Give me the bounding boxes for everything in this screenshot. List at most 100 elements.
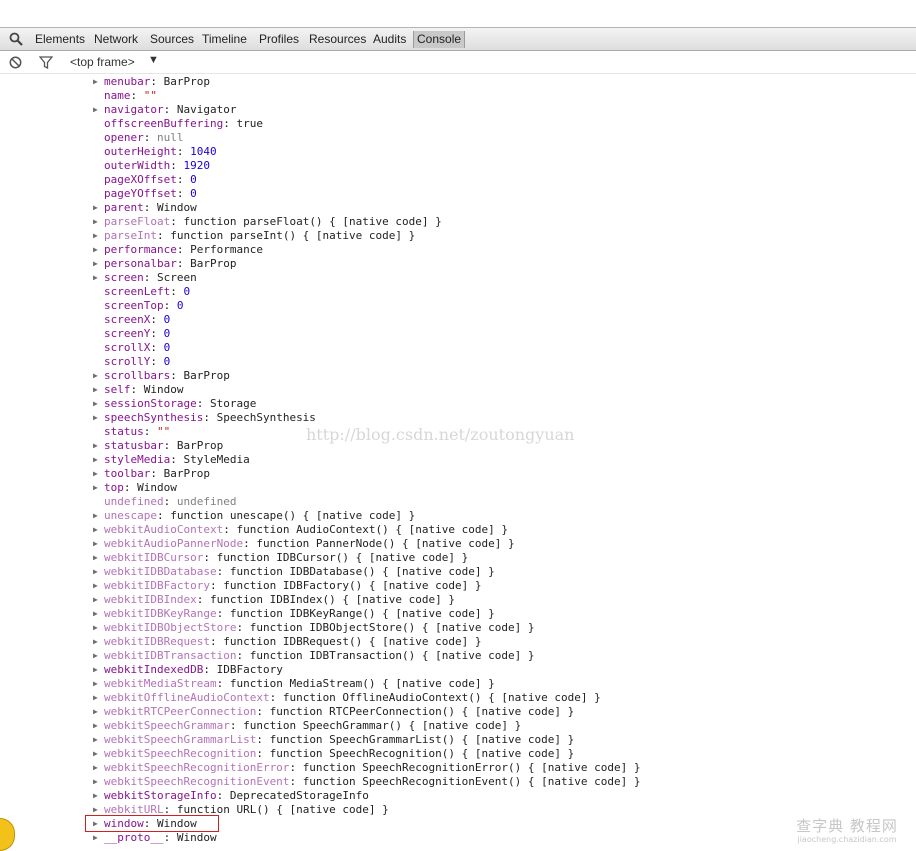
expand-triangle-icon[interactable]: ▶	[93, 831, 104, 845]
filter-icon[interactable]	[38, 56, 54, 70]
expand-triangle-icon[interactable]: ▶	[93, 411, 104, 425]
expand-triangle-icon[interactable]: ▶	[93, 369, 104, 383]
expand-triangle-icon[interactable]: ▶	[93, 453, 104, 467]
console-property-row[interactable]: ▶ webkitIDBIndex: function IDBIndex() { […	[93, 593, 455, 607]
console-property-row[interactable]: ▶ parseFloat: function parseFloat() { [na…	[93, 215, 442, 229]
console-property-row[interactable]: ▶ scrollbars: BarProp	[93, 369, 230, 383]
expand-triangle-icon[interactable]: ▶	[93, 733, 104, 747]
console-property-row[interactable]: ▶ webkitIDBDatabase: function IDBDatabase…	[93, 565, 495, 579]
expand-triangle-icon[interactable]: ▶	[93, 523, 104, 537]
expand-triangle-icon[interactable]: ▶	[93, 677, 104, 691]
console-property-row[interactable]: ▶ sessionStorage: Storage	[93, 397, 256, 411]
console-property-row[interactable]: ▶ top: Window	[93, 481, 177, 495]
tab-audits[interactable]: Audits	[370, 31, 409, 48]
console-property-row[interactable]: ▶ webkitIDBKeyRange: function IDBKeyRange…	[93, 607, 495, 621]
expand-triangle-icon[interactable]: ▶	[93, 775, 104, 789]
console-property-row[interactable]: ▶ webkitIDBCursor: function IDBCursor() {…	[93, 551, 468, 565]
console-property-row[interactable]: ▶ self: Window	[93, 383, 184, 397]
expand-triangle-icon[interactable]: ▶	[93, 537, 104, 551]
search-icon[interactable]	[9, 32, 23, 46]
key-separator: :	[289, 775, 303, 788]
tab-resources[interactable]: Resources	[306, 31, 369, 48]
console-property-row[interactable]: ▶ parent: Window	[93, 201, 197, 215]
console-property-row[interactable]: ▶ performance: Performance	[93, 243, 263, 257]
frame-selector[interactable]: <top frame>	[70, 55, 135, 69]
console-property-row[interactable]: ▶ speechSynthesis: SpeechSynthesis	[93, 411, 316, 425]
console-property-row[interactable]: ▶ statusbar: BarProp	[93, 439, 223, 453]
expand-triangle-icon[interactable]: ▶	[93, 439, 104, 453]
expand-triangle-icon[interactable]: ▶	[93, 509, 104, 523]
console-property-row: pageXOffset: 0	[93, 173, 197, 187]
key-separator: :	[170, 159, 184, 172]
console-property-row[interactable]: ▶ webkitIDBObjectStore: function IDBObjec…	[93, 621, 534, 635]
console-property-row[interactable]: ▶ navigator: Navigator	[93, 103, 236, 117]
console-property-row[interactable]: ▶ __proto__: Window	[93, 831, 217, 845]
property-value: function SpeechGrammarList() { [native c…	[269, 733, 575, 746]
expand-triangle-icon[interactable]: ▶	[93, 397, 104, 411]
property-value: Storage	[209, 397, 257, 410]
expand-triangle-icon[interactable]: ▶	[93, 621, 104, 635]
expand-triangle-icon[interactable]: ▶	[93, 103, 104, 117]
expand-triangle-icon[interactable]: ▶	[93, 607, 104, 621]
property-value: SpeechSynthesis	[216, 411, 316, 424]
console-property-row[interactable]: ▶ webkitSpeechGrammarList: function Speec…	[93, 733, 574, 747]
console-property-row[interactable]: ▶ webkitIDBFactory: function IDBFactory()…	[93, 579, 482, 593]
expand-triangle-icon[interactable]: ▶	[93, 719, 104, 733]
property-key: webkitIDBDatabase	[104, 565, 217, 578]
console-property-row[interactable]: ▶ webkitIDBRequest: function IDBRequest()…	[93, 635, 482, 649]
expand-triangle-icon[interactable]: ▶	[93, 383, 104, 397]
console-property-row[interactable]: ▶ menubar: BarProp	[93, 75, 210, 89]
console-property-row[interactable]: ▶ toolbar: BarProp	[93, 467, 210, 481]
expand-triangle-icon[interactable]: ▶	[93, 691, 104, 705]
expand-triangle-icon[interactable]: ▶	[93, 75, 104, 89]
expand-triangle-icon[interactable]: ▶	[93, 635, 104, 649]
console-property-row[interactable]: ▶ unescape: function unescape() { [native…	[93, 509, 415, 523]
expand-triangle-icon[interactable]: ▶	[93, 705, 104, 719]
console-property-row[interactable]: ▶ parseInt: function parseInt() { [native…	[93, 229, 415, 243]
expand-triangle-icon[interactable]: ▶	[93, 201, 104, 215]
expand-triangle-icon[interactable]: ▶	[93, 481, 104, 495]
console-property-row[interactable]: ▶ webkitSpeechGrammar: function SpeechGra…	[93, 719, 521, 733]
console-property-row[interactable]: ▶ webkitStorageInfo: DeprecatedStorageInf…	[93, 789, 369, 803]
console-property-row[interactable]: ▶ webkitSpeechRecognitionError: function …	[93, 761, 640, 775]
console-property-row[interactable]: ▶ styleMedia: StyleMedia	[93, 453, 250, 467]
console-property-row[interactable]: ▶ webkitOfflineAudioContext: function Off…	[93, 691, 601, 705]
expand-triangle-icon[interactable]: ▶	[93, 747, 104, 761]
console-property-row[interactable]: ▶ screen: Screen	[93, 271, 197, 285]
expand-triangle-icon[interactable]: ▶	[93, 467, 104, 481]
tab-sources[interactable]: Sources	[147, 31, 197, 48]
console-property-row[interactable]: ▶ webkitIDBTransaction: function IDBTrans…	[93, 649, 534, 663]
expand-triangle-icon[interactable]: ▶	[93, 257, 104, 271]
expand-triangle-icon[interactable]: ▶	[93, 565, 104, 579]
tab-profiles[interactable]: Profiles	[256, 31, 302, 48]
chevron-down-icon[interactable]: ▼	[148, 54, 159, 66]
console-property-row[interactable]: ▶ webkitMediaStream: function MediaStream…	[93, 677, 495, 691]
key-separator: :	[176, 173, 191, 186]
property-key: webkitIDBTransaction	[104, 649, 237, 662]
console-property-row[interactable]: ▶ webkitSpeechRecognition: function Speec…	[93, 747, 574, 761]
expand-triangle-icon[interactable]: ▶	[93, 243, 104, 257]
expand-triangle-icon[interactable]: ▶	[93, 215, 104, 229]
expand-triangle-icon[interactable]: ▶	[93, 593, 104, 607]
console-property-row[interactable]: ▶ webkitSpeechRecognitionEvent: function …	[93, 775, 640, 789]
console-property-row[interactable]: ▶ personalbar: BarProp	[93, 257, 236, 271]
console-property-row[interactable]: ▶ webkitAudioContext: function AudioConte…	[93, 523, 508, 537]
clear-console-icon[interactable]	[9, 56, 22, 69]
property-value: BarProp	[183, 369, 230, 382]
expand-triangle-icon[interactable]: ▶	[93, 551, 104, 565]
expand-triangle-icon[interactable]: ▶	[93, 761, 104, 775]
console-property-row[interactable]: ▶ webkitAudioPannerNode: function PannerN…	[93, 537, 515, 551]
expand-triangle-icon[interactable]: ▶	[93, 229, 104, 243]
tab-timeline[interactable]: Timeline	[199, 31, 250, 48]
expand-triangle-icon[interactable]: ▶	[93, 663, 104, 677]
console-property-row[interactable]: ▶ webkitRTCPeerConnection: function RTCPe…	[93, 705, 574, 719]
console-property-row[interactable]: ▶ webkitIndexedDB: IDBFactory	[93, 663, 283, 677]
expand-triangle-icon[interactable]: ▶	[93, 789, 104, 803]
expand-triangle-icon[interactable]: ▶	[93, 649, 104, 663]
tab-network[interactable]: Network	[91, 31, 141, 48]
tab-elements[interactable]: Elements	[32, 31, 88, 48]
tab-console[interactable]: Console	[413, 31, 466, 48]
window-top-area	[0, 0, 916, 27]
expand-triangle-icon[interactable]: ▶	[93, 579, 104, 593]
expand-triangle-icon[interactable]: ▶	[93, 271, 104, 285]
